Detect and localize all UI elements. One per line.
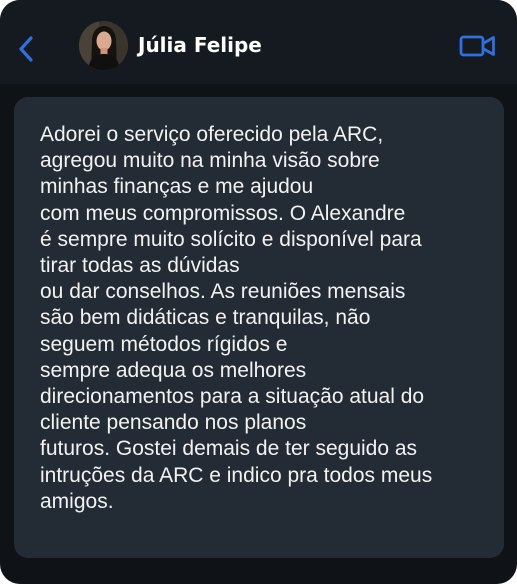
contact-name: Júlia Felipe: [138, 33, 262, 57]
video-call-button[interactable]: [459, 33, 497, 59]
avatar[interactable]: [79, 21, 128, 70]
back-button[interactable]: [14, 34, 38, 64]
message-text: Adorei o serviço oferecido pela ARC, agr…: [40, 123, 433, 513]
video-camera-icon: [459, 35, 495, 57]
chat-screen: Júlia Felipe Adorei o serviço oferecido …: [0, 0, 517, 584]
chat-header: Júlia Felipe: [0, 0, 517, 84]
contact-photo: [79, 21, 128, 70]
chevron-left-icon: [19, 36, 33, 62]
